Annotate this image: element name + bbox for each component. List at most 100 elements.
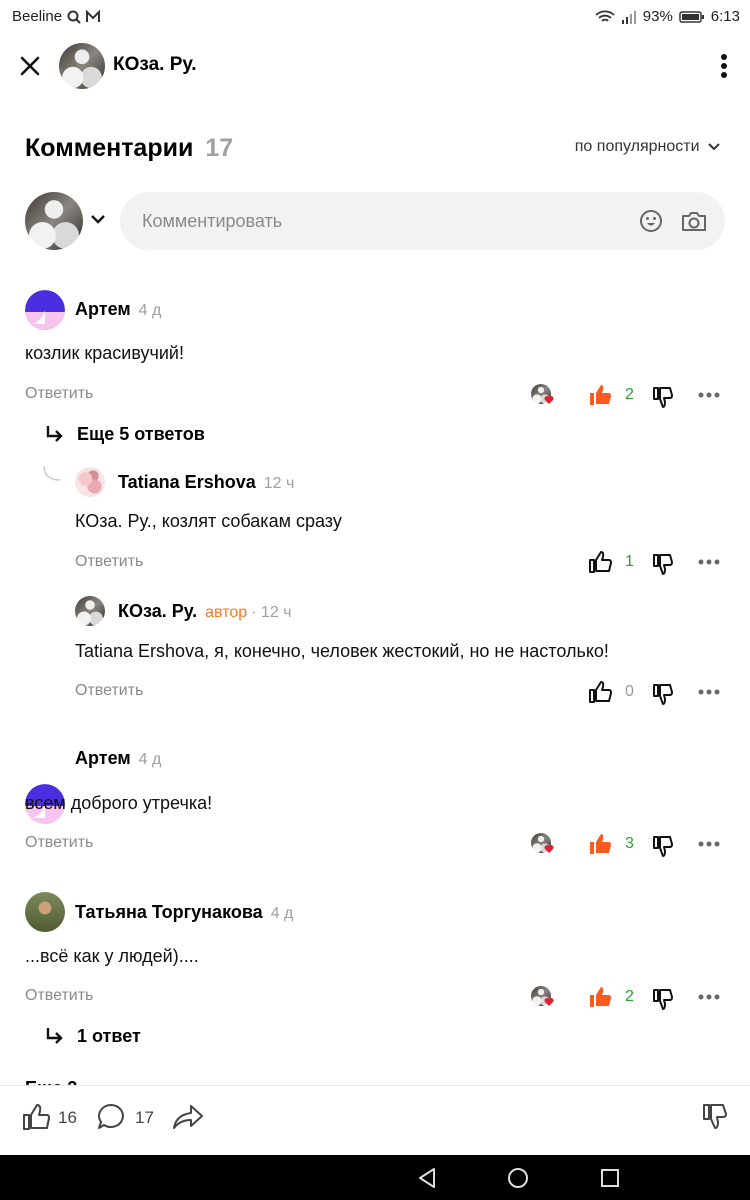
top-bar: КОза. Ру. [0, 32, 750, 102]
channel-avatar[interactable] [59, 43, 105, 89]
back-icon[interactable] [417, 1167, 437, 1189]
comment-text: козлик красивучий! [25, 343, 184, 363]
home-icon[interactable] [507, 1167, 529, 1189]
system-nav-bar [0, 1155, 750, 1200]
more-replies-label: 1 ответ [77, 1026, 141, 1046]
thumbs-up-icon[interactable] [588, 680, 612, 704]
status-bar: Beeline 93% 6:13 [0, 0, 750, 32]
reply-arrow-icon [46, 1028, 63, 1044]
reply-button[interactable]: Ответить [25, 385, 93, 403]
clock: 6:13 [710, 8, 740, 25]
thumbs-up-icon[interactable] [588, 985, 612, 1009]
comment-text: ...всё как у людей).... [25, 946, 199, 966]
more-horizontal-icon[interactable] [698, 841, 720, 847]
comment-author[interactable]: Артем 4 д [75, 748, 161, 769]
comment-text: Tatiana Ershova, я, конечно, человек жес… [75, 641, 609, 661]
reply-arrow-icon [46, 426, 63, 442]
comment-actions: 0 [530, 680, 725, 706]
chevron-down-icon[interactable] [91, 214, 105, 224]
post-like-count: 16 [58, 1108, 77, 1127]
comment-avatar[interactable] [25, 892, 65, 932]
author-name: Артем [75, 299, 131, 319]
comment-time: 12 ч [263, 475, 295, 492]
author-name: Артем [75, 748, 131, 768]
more-horizontal-icon[interactable] [698, 559, 720, 565]
thumbs-up-icon[interactable] [22, 1103, 50, 1131]
signal-icon [621, 10, 636, 24]
sort-label: по популярности [574, 138, 700, 155]
comments-title: Комментарии 17 [25, 134, 233, 163]
comment-avatar[interactable] [75, 596, 105, 626]
like-count: 1 [625, 553, 634, 570]
post-comment-count: 17 [135, 1108, 154, 1127]
reply-button[interactable]: Ответить [25, 834, 93, 852]
battery-percent: 93% [642, 8, 673, 25]
more-horizontal-icon[interactable] [698, 392, 720, 398]
thumbs-down-icon[interactable] [652, 987, 676, 1011]
comment-avatar[interactable] [75, 467, 105, 497]
comment-input[interactable] [120, 192, 725, 250]
comment-time: 4 д [270, 905, 294, 922]
comments-count: 17 [205, 134, 234, 162]
user-avatar[interactable] [25, 192, 83, 250]
emoji-icon[interactable] [639, 209, 663, 233]
more-vertical-icon[interactable] [720, 52, 728, 80]
battery-icon [679, 10, 704, 23]
wifi-icon [595, 10, 615, 22]
recents-icon[interactable] [600, 1168, 620, 1188]
comment-actions: 2 [530, 383, 725, 409]
author-name: Tatiana Ershova [118, 472, 256, 492]
thumbs-up-icon[interactable] [588, 550, 612, 574]
comment-author[interactable]: Татьяна Торгунакова 4 д [75, 902, 293, 923]
thumbs-down-icon[interactable] [652, 834, 676, 858]
comment-actions: 2 [530, 985, 725, 1011]
author-name: КОза. Ру. [118, 601, 198, 621]
heart-icon [544, 845, 554, 853]
comment-bubble-icon[interactable] [96, 1102, 126, 1132]
search-icon [67, 10, 81, 24]
thumbs-down-icon[interactable] [702, 1103, 730, 1131]
more-horizontal-icon[interactable] [698, 994, 720, 1000]
like-count: 0 [625, 683, 634, 700]
carrier-label: Beeline [12, 8, 63, 25]
comments-title-label: Комментарии [25, 134, 194, 162]
reply-button[interactable]: Ответить [75, 553, 143, 571]
heart-icon [544, 998, 554, 1006]
comment-text: КОза. Ру., козлят собакам сразу [75, 511, 342, 531]
comment-avatar[interactable] [25, 290, 65, 330]
heart-icon [544, 396, 554, 404]
chevron-down-icon [708, 143, 720, 151]
thread-line-icon [43, 466, 61, 481]
author-name: Татьяна Торгунакова [75, 902, 263, 922]
comment-actions: 1 [530, 550, 725, 576]
comment-time: 4 д [138, 751, 162, 768]
author-badge: автор [205, 604, 248, 621]
comment-composer [25, 192, 725, 252]
thumbs-down-icon[interactable] [652, 552, 676, 576]
sort-dropdown[interactable]: по популярности [575, 138, 720, 156]
comment-text: всем доброго утречка! [25, 793, 213, 813]
thumbs-down-icon[interactable] [652, 682, 676, 706]
thumbs-down-icon[interactable] [652, 385, 676, 409]
share-icon[interactable] [172, 1103, 204, 1131]
like-count: 2 [625, 386, 634, 403]
mail-icon [86, 9, 101, 22]
reply-button[interactable]: Ответить [25, 987, 93, 1005]
bottom-action-bar: 16 17 [0, 1085, 750, 1155]
more-replies-label: Еще 5 ответов [77, 424, 205, 444]
reply-button[interactable]: Ответить [75, 682, 143, 700]
close-icon[interactable] [16, 52, 44, 80]
comment-author[interactable]: Артем 4 д [75, 299, 161, 320]
comment-time: 4 д [138, 302, 162, 319]
thumbs-up-icon[interactable] [588, 383, 612, 407]
comment-time: · 12 ч [251, 604, 292, 621]
like-count: 2 [625, 988, 634, 1005]
like-count: 3 [625, 835, 634, 852]
more-horizontal-icon[interactable] [698, 689, 720, 695]
comment-actions: 3 [530, 832, 725, 858]
comment-author[interactable]: Tatiana Ershova 12 ч [118, 472, 294, 493]
camera-icon[interactable] [681, 209, 707, 233]
comment-author[interactable]: КОза. Ру. автор · 12 ч [118, 601, 292, 622]
channel-name[interactable]: КОза. Ру. [113, 54, 197, 76]
thumbs-up-icon[interactable] [588, 832, 612, 856]
